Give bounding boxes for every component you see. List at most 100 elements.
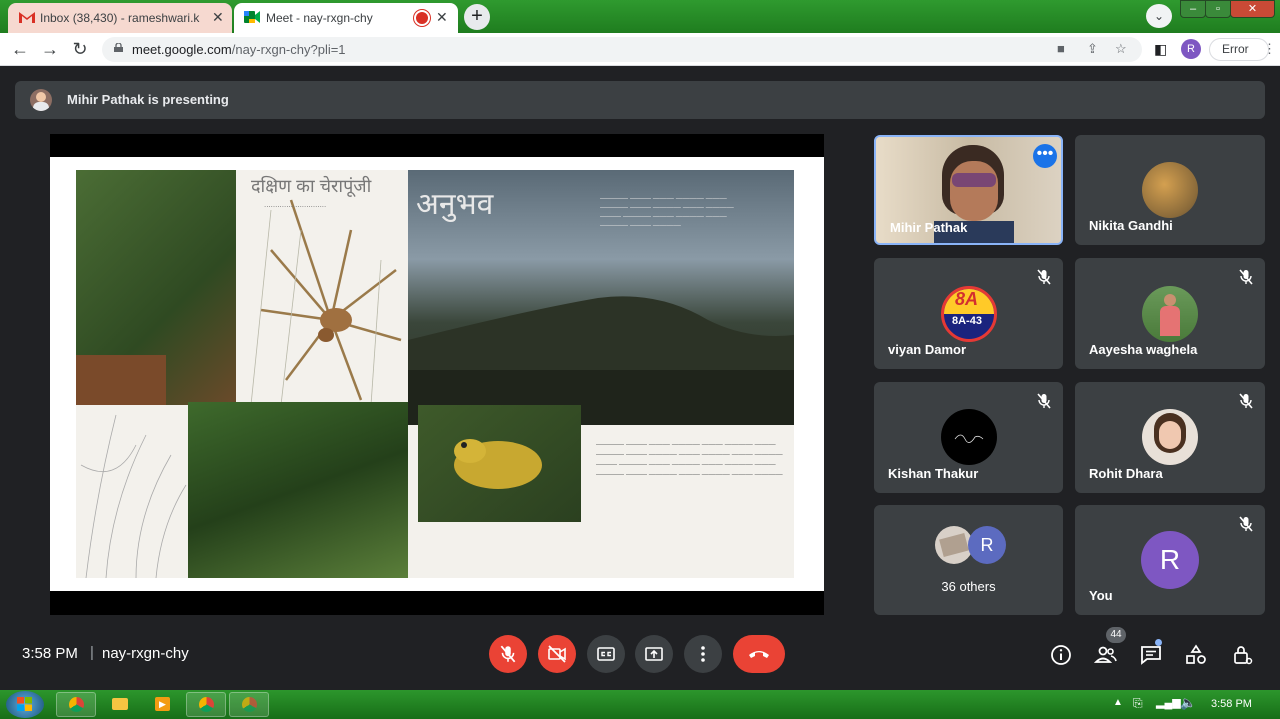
participant-avatar xyxy=(1142,286,1198,342)
camera-toggle-button[interactable] xyxy=(538,635,576,673)
minimize-button[interactable]: – xyxy=(1180,0,1206,18)
people-icon xyxy=(1093,646,1117,663)
others-count: 36 others xyxy=(941,579,996,594)
tab-title: Meet - nay-rxgn-chy xyxy=(266,11,373,25)
chrome-app-icon xyxy=(242,697,257,712)
chrome-icon xyxy=(199,697,214,712)
participant-tile[interactable]: ••• Mihir Pathak xyxy=(874,135,1063,245)
browser-tab-bar: Inbox (38,430) - rameshwari.khar ✕ Meet … xyxy=(0,0,1280,33)
participant-tile[interactable]: Aayesha waghela xyxy=(1075,258,1265,369)
participant-tile[interactable]: Kishan Thakur xyxy=(874,382,1063,493)
more-options-icon[interactable]: ••• xyxy=(1033,144,1057,168)
others-tile[interactable]: R 36 others xyxy=(874,505,1063,615)
chat-icon xyxy=(1141,646,1161,665)
self-tile[interactable]: R You xyxy=(1075,505,1265,615)
url-path: /nay-rxgn-chy?pli=1 xyxy=(231,42,346,57)
signature-logo-icon xyxy=(954,434,984,443)
slide-paragraph-top: ———— ——— ——— ———— ——— ———— ——— ———— ——— … xyxy=(600,195,734,229)
taskbar-chrome[interactable] xyxy=(56,692,96,717)
taskbar-explorer[interactable] xyxy=(100,692,140,717)
person-face xyxy=(950,161,998,221)
participant-tile[interactable]: Nikita Gandhi xyxy=(1075,135,1265,245)
slide-heading-right: अनुभव xyxy=(416,188,494,221)
leave-call-button[interactable] xyxy=(733,635,785,673)
chrome-icon xyxy=(69,697,84,712)
present-now-button[interactable] xyxy=(635,635,673,673)
bookmark-star-icon[interactable]: ☆ xyxy=(1115,41,1127,57)
taskbar-media[interactable]: ▶ xyxy=(143,692,183,717)
participant-tile[interactable]: Rohit Dhara xyxy=(1075,382,1265,493)
mic-off-icon xyxy=(1239,393,1253,409)
tab-gmail[interactable]: Inbox (38,430) - rameshwari.khar ✕ xyxy=(8,3,232,33)
profile-avatar[interactable]: R xyxy=(1181,39,1201,59)
signal-icon[interactable]: ▂▄▆ xyxy=(1156,696,1181,709)
participant-name: Aayesha waghela xyxy=(1089,342,1198,357)
slide-paragraph-bottom: ———— ——— ——— ———— ——— ———— ——— ———— ——— … xyxy=(596,441,783,478)
network-icon[interactable]: ⎘ xyxy=(1133,696,1143,711)
close-icon[interactable]: ✕ xyxy=(212,9,224,26)
participant-avatar xyxy=(941,409,997,465)
address-bar: ← → ↻ meet.google.com/nay-rxgn-chy?pli=1… xyxy=(0,33,1280,66)
maximize-button[interactable]: ▫ xyxy=(1205,0,1231,18)
people-button[interactable]: 44 xyxy=(1093,627,1126,667)
chat-button[interactable] xyxy=(1139,639,1163,667)
participant-avatar: 8A 8A-43 xyxy=(941,286,997,342)
meeting-code: nay-rxgn-chy xyxy=(102,645,189,662)
meeting-details-icon[interactable] xyxy=(1049,643,1073,667)
participant-tile[interactable]: 8A 8A-43 viyan Damor xyxy=(874,258,1063,369)
mic-off-icon xyxy=(1239,269,1253,285)
volume-icon[interactable]: 🔈 xyxy=(1180,695,1196,711)
mic-off-icon xyxy=(500,645,516,663)
present-screen-icon xyxy=(645,647,663,661)
self-avatar: R xyxy=(1141,531,1199,589)
divider: | xyxy=(90,644,94,661)
forward-arrow-icon[interactable]: → xyxy=(39,38,61,60)
window-controls: – ▫ ✕ xyxy=(1180,0,1275,20)
participant-avatar xyxy=(1142,162,1198,218)
camera-off-icon xyxy=(548,645,566,663)
new-tab-button[interactable]: + xyxy=(464,4,490,30)
mic-toggle-button[interactable] xyxy=(489,635,527,673)
slide-heading-left: दक्षिण का चेरापूंजी xyxy=(251,176,372,196)
presenting-banner: Mihir Pathak is presenting xyxy=(15,81,1265,119)
tab-search-chevron-icon[interactable]: ⌄ xyxy=(1146,4,1172,28)
close-window-button[interactable]: ✕ xyxy=(1230,0,1275,18)
tab-title: Inbox (38,430) - rameshwari.khar xyxy=(40,11,200,25)
back-arrow-icon[interactable]: ← xyxy=(9,38,31,60)
more-options-button[interactable] xyxy=(684,635,722,673)
activities-icon[interactable] xyxy=(1184,643,1208,667)
share-icon[interactable]: ⇪ xyxy=(1087,41,1098,57)
toad-photo xyxy=(418,405,581,522)
meet-icon xyxy=(244,11,260,23)
url-omnibox[interactable]: meet.google.com/nay-rxgn-chy?pli=1 ■ ⇪ ☆ xyxy=(102,37,1142,62)
error-button[interactable]: Error xyxy=(1209,38,1269,61)
start-button[interactable] xyxy=(6,691,44,718)
participant-name: viyan Damor xyxy=(888,342,967,357)
tab-meet[interactable]: Meet - nay-rxgn-chy ✕ xyxy=(234,3,458,33)
book-spread: दक्षिण का चेरापूंजी ....................… xyxy=(76,170,794,578)
participant-name: Rohit Dhara xyxy=(1089,466,1163,481)
captions-button[interactable] xyxy=(587,635,625,673)
mic-off-icon xyxy=(1037,269,1051,285)
mic-off-icon xyxy=(1239,516,1253,532)
slide-subheading-left: ............................ xyxy=(264,200,327,209)
taskbar-chrome-window[interactable] xyxy=(186,692,226,717)
taskbar-clock[interactable]: 3:58 PM xyxy=(1211,698,1252,710)
grass-sketch xyxy=(80,414,187,578)
url-host: meet.google.com xyxy=(132,42,232,57)
host-controls-lock-icon[interactable] xyxy=(1230,643,1254,667)
close-icon[interactable]: ✕ xyxy=(436,9,448,26)
reload-icon[interactable]: ↻ xyxy=(69,38,91,60)
presenter-avatar xyxy=(30,89,52,111)
menu-dots-icon[interactable]: ⋮ xyxy=(1263,41,1276,57)
toad-shape xyxy=(454,439,542,489)
snake-grass-photo xyxy=(188,402,408,578)
mic-off-icon xyxy=(1037,393,1051,409)
sidebar-icon[interactable]: ◧ xyxy=(1154,41,1167,58)
windows-taskbar: ▶ ▲ ⎘ ▂▄▆ 🔈 3:58 PM xyxy=(0,690,1280,719)
tray-expand-icon[interactable]: ▲ xyxy=(1113,697,1123,708)
taskbar-app[interactable] xyxy=(229,692,269,717)
people-count-badge: 44 xyxy=(1106,627,1126,643)
camera-icon[interactable]: ■ xyxy=(1057,41,1065,56)
avatar-badge-bottom: 8A-43 xyxy=(952,315,982,327)
